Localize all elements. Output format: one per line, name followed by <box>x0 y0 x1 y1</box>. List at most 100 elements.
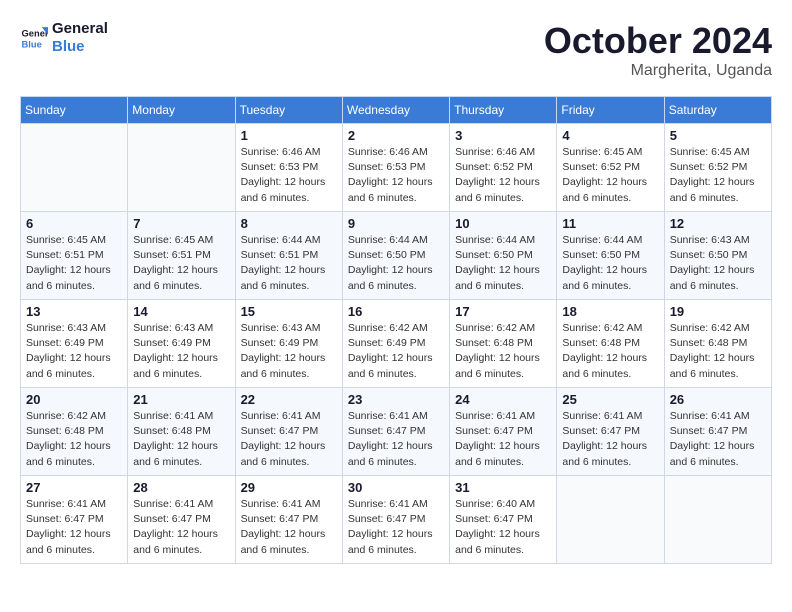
day-number: 8 <box>241 216 337 231</box>
day-info: Sunrise: 6:44 AM Sunset: 6:51 PM Dayligh… <box>241 233 337 294</box>
day-number: 4 <box>562 128 658 143</box>
day-number: 16 <box>348 304 444 319</box>
logo-blue: Blue <box>52 38 108 56</box>
day-number: 22 <box>241 392 337 407</box>
calendar-cell: 1 Sunrise: 6:46 AM Sunset: 6:53 PM Daylig… <box>235 124 342 212</box>
day-number: 15 <box>241 304 337 319</box>
day-info: Sunrise: 6:43 AM Sunset: 6:49 PM Dayligh… <box>133 321 229 382</box>
calendar-cell: 9 Sunrise: 6:44 AM Sunset: 6:50 PM Daylig… <box>342 212 449 300</box>
day-info: Sunrise: 6:42 AM Sunset: 6:48 PM Dayligh… <box>670 321 766 382</box>
calendar-table: SundayMondayTuesdayWednesdayThursdayFrid… <box>20 96 772 564</box>
calendar-cell: 8 Sunrise: 6:44 AM Sunset: 6:51 PM Daylig… <box>235 212 342 300</box>
calendar-cell: 15 Sunrise: 6:43 AM Sunset: 6:49 PM Dayli… <box>235 300 342 388</box>
day-info: Sunrise: 6:44 AM Sunset: 6:50 PM Dayligh… <box>348 233 444 294</box>
calendar-cell: 24 Sunrise: 6:41 AM Sunset: 6:47 PM Dayli… <box>450 388 557 476</box>
day-number: 31 <box>455 480 551 495</box>
weekday-header-monday: Monday <box>128 97 235 124</box>
day-info: Sunrise: 6:43 AM Sunset: 6:50 PM Dayligh… <box>670 233 766 294</box>
day-number: 12 <box>670 216 766 231</box>
day-info: Sunrise: 6:45 AM Sunset: 6:51 PM Dayligh… <box>133 233 229 294</box>
day-number: 2 <box>348 128 444 143</box>
day-number: 13 <box>26 304 122 319</box>
day-number: 5 <box>670 128 766 143</box>
logo: General Blue General Blue <box>20 20 108 56</box>
day-info: Sunrise: 6:46 AM Sunset: 6:53 PM Dayligh… <box>348 145 444 206</box>
day-number: 25 <box>562 392 658 407</box>
calendar-cell: 7 Sunrise: 6:45 AM Sunset: 6:51 PM Daylig… <box>128 212 235 300</box>
calendar-cell: 29 Sunrise: 6:41 AM Sunset: 6:47 PM Dayli… <box>235 476 342 564</box>
day-info: Sunrise: 6:41 AM Sunset: 6:47 PM Dayligh… <box>241 497 337 558</box>
calendar-cell: 23 Sunrise: 6:41 AM Sunset: 6:47 PM Dayli… <box>342 388 449 476</box>
calendar-cell: 14 Sunrise: 6:43 AM Sunset: 6:49 PM Dayli… <box>128 300 235 388</box>
day-info: Sunrise: 6:42 AM Sunset: 6:48 PM Dayligh… <box>562 321 658 382</box>
day-number: 29 <box>241 480 337 495</box>
location-title: Margherita, Uganda <box>544 62 772 80</box>
weekday-header-saturday: Saturday <box>664 97 771 124</box>
page-header: General Blue General Blue October 2024 M… <box>20 20 772 80</box>
day-number: 19 <box>670 304 766 319</box>
day-number: 20 <box>26 392 122 407</box>
calendar-cell: 6Sunrise: 6:45 AM Sunset: 6:51 PM Daylig… <box>21 212 128 300</box>
day-number: 7 <box>133 216 229 231</box>
calendar-cell: 4 Sunrise: 6:45 AM Sunset: 6:52 PM Daylig… <box>557 124 664 212</box>
weekday-header-row: SundayMondayTuesdayWednesdayThursdayFrid… <box>21 97 772 124</box>
day-info: Sunrise: 6:45 AM Sunset: 6:52 PM Dayligh… <box>670 145 766 206</box>
calendar-cell: 28Sunrise: 6:41 AM Sunset: 6:47 PM Dayli… <box>128 476 235 564</box>
calendar-cell <box>21 124 128 212</box>
calendar-cell: 3Sunrise: 6:46 AM Sunset: 6:52 PM Daylig… <box>450 124 557 212</box>
weekday-header-friday: Friday <box>557 97 664 124</box>
day-number: 23 <box>348 392 444 407</box>
day-number: 10 <box>455 216 551 231</box>
day-info: Sunrise: 6:41 AM Sunset: 6:47 PM Dayligh… <box>455 409 551 470</box>
calendar-week-row: 6Sunrise: 6:45 AM Sunset: 6:51 PM Daylig… <box>21 212 772 300</box>
calendar-cell: 2 Sunrise: 6:46 AM Sunset: 6:53 PM Daylig… <box>342 124 449 212</box>
day-info: Sunrise: 6:44 AM Sunset: 6:50 PM Dayligh… <box>562 233 658 294</box>
logo-icon: General Blue <box>20 24 48 52</box>
day-info: Sunrise: 6:41 AM Sunset: 6:47 PM Dayligh… <box>670 409 766 470</box>
day-number: 14 <box>133 304 229 319</box>
day-info: Sunrise: 6:42 AM Sunset: 6:48 PM Dayligh… <box>455 321 551 382</box>
svg-text:Blue: Blue <box>22 39 42 49</box>
day-number: 24 <box>455 392 551 407</box>
calendar-cell: 20 Sunrise: 6:42 AM Sunset: 6:48 PM Dayli… <box>21 388 128 476</box>
day-number: 1 <box>241 128 337 143</box>
day-number: 18 <box>562 304 658 319</box>
day-number: 26 <box>670 392 766 407</box>
month-title: October 2024 <box>544 20 772 62</box>
day-info: Sunrise: 6:42 AM Sunset: 6:49 PM Dayligh… <box>348 321 444 382</box>
calendar-week-row: 1 Sunrise: 6:46 AM Sunset: 6:53 PM Daylig… <box>21 124 772 212</box>
day-info: Sunrise: 6:41 AM Sunset: 6:47 PM Dayligh… <box>133 497 229 558</box>
calendar-cell <box>128 124 235 212</box>
day-info: Sunrise: 6:41 AM Sunset: 6:47 PM Dayligh… <box>26 497 122 558</box>
calendar-cell: 12 Sunrise: 6:43 AM Sunset: 6:50 PM Dayli… <box>664 212 771 300</box>
title-section: October 2024 Margherita, Uganda <box>544 20 772 80</box>
day-number: 9 <box>348 216 444 231</box>
day-info: Sunrise: 6:45 AM Sunset: 6:51 PM Dayligh… <box>26 233 122 294</box>
day-number: 11 <box>562 216 658 231</box>
day-info: Sunrise: 6:46 AM Sunset: 6:53 PM Dayligh… <box>241 145 337 206</box>
day-info: Sunrise: 6:42 AM Sunset: 6:48 PM Dayligh… <box>26 409 122 470</box>
day-info: Sunrise: 6:41 AM Sunset: 6:47 PM Dayligh… <box>348 409 444 470</box>
day-info: Sunrise: 6:41 AM Sunset: 6:47 PM Dayligh… <box>562 409 658 470</box>
calendar-cell: 26 Sunrise: 6:41 AM Sunset: 6:47 PM Dayli… <box>664 388 771 476</box>
weekday-header-wednesday: Wednesday <box>342 97 449 124</box>
calendar-week-row: 13 Sunrise: 6:43 AM Sunset: 6:49 PM Dayli… <box>21 300 772 388</box>
day-number: 27 <box>26 480 122 495</box>
calendar-cell: 22Sunrise: 6:41 AM Sunset: 6:47 PM Dayli… <box>235 388 342 476</box>
day-info: Sunrise: 6:43 AM Sunset: 6:49 PM Dayligh… <box>241 321 337 382</box>
weekday-header-sunday: Sunday <box>21 97 128 124</box>
day-info: Sunrise: 6:41 AM Sunset: 6:47 PM Dayligh… <box>348 497 444 558</box>
calendar-cell: 19 Sunrise: 6:42 AM Sunset: 6:48 PM Dayli… <box>664 300 771 388</box>
day-info: Sunrise: 6:41 AM Sunset: 6:48 PM Dayligh… <box>133 409 229 470</box>
calendar-cell: 10 Sunrise: 6:44 AM Sunset: 6:50 PM Dayli… <box>450 212 557 300</box>
day-info: Sunrise: 6:44 AM Sunset: 6:50 PM Dayligh… <box>455 233 551 294</box>
day-info: Sunrise: 6:43 AM Sunset: 6:49 PM Dayligh… <box>26 321 122 382</box>
calendar-cell: 17Sunrise: 6:42 AM Sunset: 6:48 PM Dayli… <box>450 300 557 388</box>
day-info: Sunrise: 6:40 AM Sunset: 6:47 PM Dayligh… <box>455 497 551 558</box>
day-info: Sunrise: 6:45 AM Sunset: 6:52 PM Dayligh… <box>562 145 658 206</box>
day-number: 30 <box>348 480 444 495</box>
weekday-header-tuesday: Tuesday <box>235 97 342 124</box>
calendar-cell: 27 Sunrise: 6:41 AM Sunset: 6:47 PM Dayli… <box>21 476 128 564</box>
day-number: 3 <box>455 128 551 143</box>
calendar-cell <box>557 476 664 564</box>
